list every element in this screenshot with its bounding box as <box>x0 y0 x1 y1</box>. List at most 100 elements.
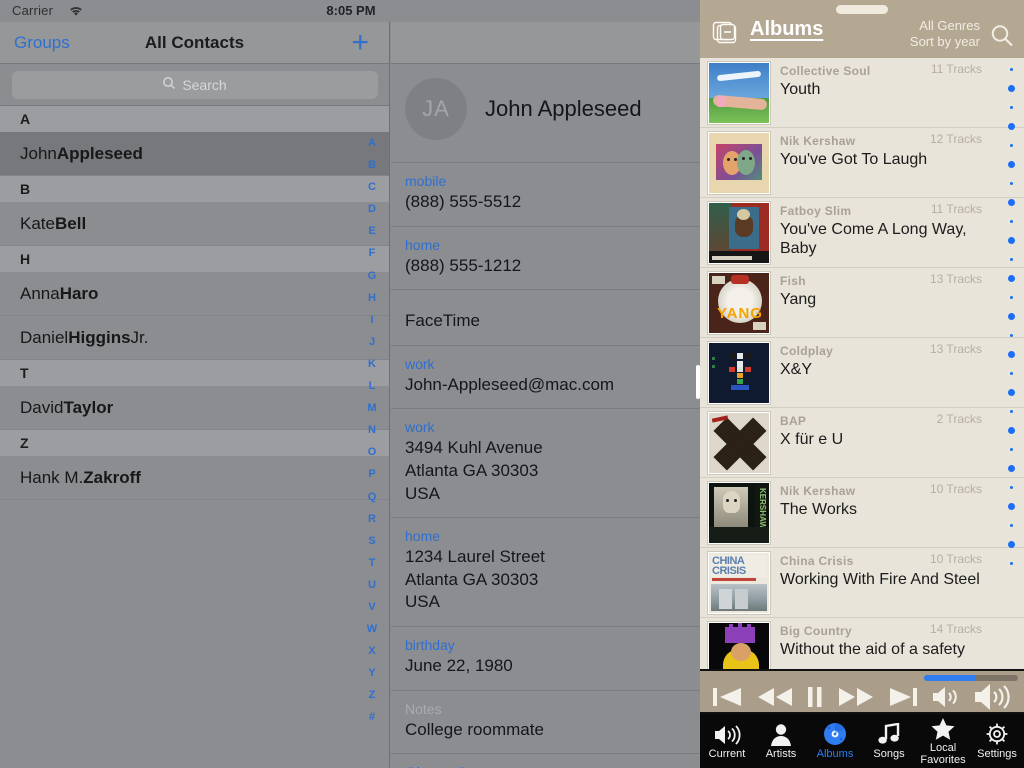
alpha-index-o[interactable]: O <box>368 447 377 458</box>
alpha-index-h[interactable]: H <box>368 292 376 304</box>
album-row[interactable]: KERSHAW Nik Kershaw 10 Tracks The Works <box>700 478 1024 548</box>
contact-field-group[interactable]: home 1234 Laurel Street Atlanta GA 30303 US… <box>391 517 702 626</box>
alpha-index-#[interactable]: # <box>369 712 375 723</box>
alpha-index-n[interactable]: N <box>368 425 376 436</box>
tab-settings[interactable]: Settings <box>970 714 1024 768</box>
scroll-index-dot[interactable] <box>1009 182 1013 185</box>
alpha-index-g[interactable]: G <box>368 270 377 282</box>
groups-button[interactable]: Groups <box>14 33 70 53</box>
album-row[interactable]: Big Country 14 Tracks Without the aid of a… <box>700 618 1024 669</box>
alpha-index-x[interactable]: X <box>368 646 375 657</box>
scroll-index-dot[interactable] <box>1009 68 1013 71</box>
scroll-index-dot[interactable] <box>1009 258 1013 261</box>
contact-field-group[interactable]: work John-Appleseed@mac.com <box>391 344 702 409</box>
share-contact-button[interactable]: Share Contact <box>405 764 702 768</box>
contact-row[interactable]: Kate Bell <box>0 202 389 246</box>
scroll-index-dot[interactable] <box>1007 427 1015 434</box>
scroll-index-dot[interactable] <box>1007 541 1015 548</box>
scroll-index-dot[interactable] <box>1009 524 1013 527</box>
scroll-index-dot[interactable] <box>1007 313 1015 320</box>
album-row[interactable]: Coldplay 13 Tracks X&Y <box>700 338 1024 408</box>
alpha-index-t[interactable]: T <box>369 557 376 569</box>
contact-field-group[interactable]: FaceTime <box>391 289 702 345</box>
scroll-dot-index[interactable] <box>1000 60 1022 665</box>
music-page-title[interactable]: Albums <box>750 18 823 41</box>
contact-row[interactable]: Anna Haro <box>0 272 389 316</box>
alpha-index-p[interactable]: P <box>368 469 375 480</box>
alpha-index-r[interactable]: R <box>368 513 376 525</box>
album-row[interactable]: CHINA CRISIS China Crisis 10 Tracks Working … <box>700 548 1024 618</box>
fast-forward-button[interactable] <box>837 684 875 710</box>
alpha-index-m[interactable]: M <box>367 403 376 414</box>
search-input[interactable]: Search <box>11 70 378 99</box>
contact-row[interactable]: Daniel Higgins Jr. <box>0 316 389 360</box>
scroll-index-dot[interactable] <box>1007 199 1015 206</box>
volume-up-button[interactable] <box>973 682 1013 712</box>
contact-field-group[interactable]: birthday June 22, 1980 <box>391 626 702 690</box>
alpha-index-j[interactable]: J <box>369 336 375 348</box>
alpha-index-i[interactable]: I <box>370 314 373 326</box>
alpha-index-l[interactable]: L <box>369 381 376 392</box>
album-row[interactable]: Nik Kershaw 12 Tracks You've Got To Laugh <box>700 128 1024 198</box>
scroll-index-dot[interactable] <box>1007 503 1015 510</box>
scroll-index-dot[interactable] <box>1009 410 1013 413</box>
scroll-index-dot[interactable] <box>1009 220 1013 223</box>
scroll-index-dot[interactable] <box>1009 448 1013 451</box>
contact-field-group[interactable]: home (888) 555-1212 <box>391 225 702 290</box>
add-contact-button[interactable]: + <box>351 27 369 58</box>
album-row[interactable]: BAP 2 Tracks X für e U <box>700 408 1024 478</box>
tab-albums[interactable]: Albums <box>808 714 862 768</box>
contact-row[interactable]: John Appleseed <box>0 132 389 176</box>
scroll-index-dot[interactable] <box>1007 389 1015 396</box>
album-row[interactable]: Fatboy Slim 11 Tracks You've Come A Long W… <box>700 198 1024 268</box>
album-row[interactable]: Collective Soul 11 Tracks Youth <box>700 58 1024 128</box>
genre-sort-control[interactable]: All Genres Sort by year <box>910 18 980 51</box>
alpha-index-d[interactable]: D <box>368 204 376 215</box>
tab-local-favorites[interactable]: Local Favorites <box>916 714 970 768</box>
album-row[interactable]: YANG Fish 13 Tracks Yang <box>700 268 1024 338</box>
alpha-index-u[interactable]: U <box>368 579 376 591</box>
previous-track-button[interactable] <box>711 684 745 710</box>
scroll-index-dot[interactable] <box>1009 486 1013 489</box>
scroll-index-dot[interactable] <box>1007 161 1015 168</box>
alpha-index-a[interactable]: A <box>368 138 376 149</box>
scroll-index-dot[interactable] <box>1009 144 1013 147</box>
stack-minus-icon[interactable] <box>712 20 742 51</box>
alpha-index-q[interactable]: Q <box>368 491 377 503</box>
scroll-index-dot[interactable] <box>1007 275 1015 282</box>
drag-handle[interactable] <box>836 5 888 14</box>
scroll-index-dot[interactable] <box>1009 372 1013 375</box>
alpha-index-b[interactable]: B <box>368 160 376 171</box>
album-list[interactable]: Collective Soul 11 Tracks Youth Nik Kershaw… <box>700 58 1024 669</box>
alpha-index-k[interactable]: K <box>368 358 376 370</box>
alpha-index-c[interactable]: C <box>368 182 376 193</box>
scroll-index-dot[interactable] <box>1009 296 1013 299</box>
alpha-index-s[interactable]: S <box>368 535 375 547</box>
scroll-index-dot[interactable] <box>1007 123 1015 130</box>
scroll-index-dot[interactable] <box>1007 351 1015 358</box>
rewind-button[interactable] <box>756 684 794 710</box>
tab-current[interactable]: Current <box>700 714 754 768</box>
scroll-index-dot[interactable] <box>1007 465 1015 472</box>
contact-field-group[interactable]: mobile (888) 555-5512 <box>391 162 702 226</box>
scroll-index-dot[interactable] <box>1007 85 1015 92</box>
contact-field-group[interactable]: work 3494 Kuhl Avenue Atlanta GA 30303 USA <box>391 408 702 517</box>
alpha-index-y[interactable]: Y <box>368 668 375 679</box>
tab-artists[interactable]: Artists <box>754 714 808 768</box>
scroll-index-dot[interactable] <box>1009 334 1013 337</box>
alpha-index-f[interactable]: F <box>369 248 376 259</box>
alpha-index-e[interactable]: E <box>368 226 375 237</box>
next-track-button[interactable] <box>886 684 920 710</box>
alphabet-index[interactable]: A B C D E F G H I J K L M N O P Q R S T U V W X Y Z # <box>361 138 383 735</box>
alpha-index-z[interactable]: Z <box>369 690 376 701</box>
volume-down-button[interactable] <box>930 684 962 710</box>
pause-button[interactable] <box>804 684 826 710</box>
search-icon[interactable] <box>988 22 1016 55</box>
alpha-index-v[interactable]: V <box>368 601 375 613</box>
scroll-index-dot[interactable] <box>1007 237 1015 244</box>
contact-field-group[interactable]: Notes College roommate <box>391 689 702 754</box>
scroll-index-dot[interactable] <box>1009 562 1013 565</box>
tab-songs[interactable]: Songs <box>862 714 916 768</box>
contacts-list[interactable]: A John Appleseed B Kate Bell H Anna Haro Danie… <box>0 106 389 500</box>
contact-row[interactable]: David Taylor <box>0 386 389 430</box>
